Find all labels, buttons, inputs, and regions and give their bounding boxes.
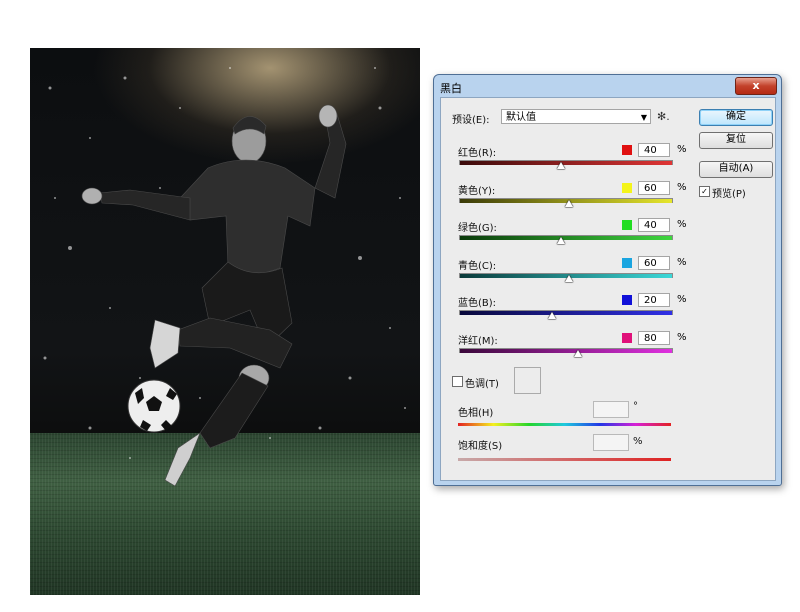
slider-label: 黄色(Y): (458, 186, 496, 197)
saturation-input (593, 434, 629, 451)
preset-value: 默认值 (506, 112, 536, 123)
slider-value-input[interactable]: 60 (638, 256, 670, 270)
gear-icon[interactable]: ✻. (657, 110, 670, 123)
percent-unit: % (677, 182, 687, 193)
slider-thumb[interactable] (557, 162, 565, 169)
soccer-ball-icon (127, 379, 181, 433)
slider-track[interactable] (459, 235, 673, 240)
photo-canvas[interactable] (30, 48, 420, 595)
color-swatch (622, 145, 632, 155)
player-illustration (43, 67, 406, 487)
slider-value-input[interactable]: 80 (638, 331, 670, 345)
slider-thumb[interactable] (557, 237, 565, 244)
slider-label: 红色(R): (458, 148, 497, 159)
reset-button[interactable]: 复位 (699, 132, 773, 149)
dialog-body: 预设(E): 默认值 ▼ ✻. 确定 复位 自动(A) ✓ 预览(P) 红色(R… (440, 97, 776, 481)
preset-dropdown[interactable]: 默认值 ▼ (501, 109, 651, 124)
saturation-slider-track (458, 458, 671, 461)
slider-value-input[interactable]: 40 (638, 143, 670, 157)
auto-button[interactable]: 自动(A) (699, 161, 773, 178)
ok-button[interactable]: 确定 (699, 109, 773, 126)
slider-label: 青色(C): (458, 261, 497, 272)
slider-label: 洋红(M): (458, 336, 498, 347)
hue-input (593, 401, 629, 418)
preview-label: 预览(P) (712, 189, 746, 200)
color-swatch (622, 183, 632, 193)
percent-unit: % (677, 294, 687, 305)
percent-unit: % (677, 144, 687, 155)
percent-unit: % (677, 257, 687, 268)
dialog-title: 黑白 (440, 82, 462, 95)
tint-checkbox[interactable] (452, 376, 463, 387)
hue-unit: ° (633, 401, 638, 412)
slider-track[interactable] (459, 310, 673, 315)
preview-checkbox[interactable]: ✓ (699, 186, 710, 197)
slider-track[interactable] (459, 160, 673, 165)
saturation-unit: % (633, 436, 643, 447)
saturation-label: 饱和度(S) (458, 441, 503, 452)
hue-label: 色相(H) (458, 408, 494, 419)
slider-value-input[interactable]: 60 (638, 181, 670, 195)
slider-thumb[interactable] (565, 200, 573, 207)
color-swatch (622, 295, 632, 305)
dialog-titlebar[interactable]: 黑白 x (434, 75, 781, 97)
slider-label: 蓝色(B): (458, 298, 497, 309)
slider-thumb[interactable] (565, 275, 573, 282)
color-swatch (622, 258, 632, 268)
percent-unit: % (677, 332, 687, 343)
hue-slider-track (458, 423, 671, 426)
slider-value-input[interactable]: 20 (638, 293, 670, 307)
slider-thumb[interactable] (574, 350, 582, 357)
slider-thumb[interactable] (548, 312, 556, 319)
tint-color-swatch (514, 367, 541, 394)
black-white-dialog: 黑白 x 预设(E): 默认值 ▼ ✻. 确定 复位 自动(A) ✓ 预览(P)… (433, 74, 782, 486)
color-swatch (622, 220, 632, 230)
color-swatch (622, 333, 632, 343)
preset-label: 预设(E): (452, 115, 490, 126)
percent-unit: % (677, 219, 687, 230)
slider-label: 绿色(G): (458, 223, 497, 234)
chevron-down-icon: ▼ (640, 113, 647, 122)
tint-label: 色调(T) (465, 379, 499, 390)
slider-value-input[interactable]: 40 (638, 218, 670, 232)
slider-track[interactable] (459, 348, 673, 353)
soccer-player (81, 104, 347, 487)
close-button[interactable]: x (735, 77, 777, 95)
